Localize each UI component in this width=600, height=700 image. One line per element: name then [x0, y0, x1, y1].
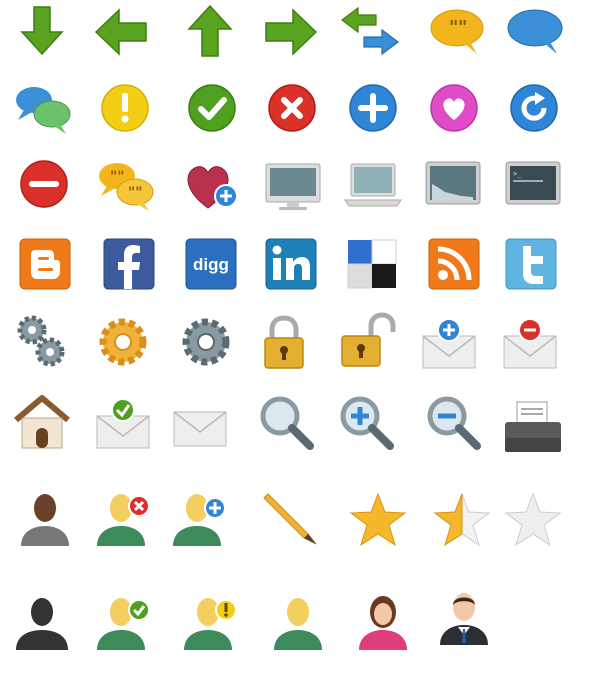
search-icon[interactable]: [256, 392, 316, 452]
arrow-up-icon[interactable]: [180, 2, 240, 62]
digg-icon[interactable]: digg: [181, 234, 241, 294]
linkedin-icon[interactable]: [261, 234, 321, 294]
mail-remove-icon[interactable]: [500, 312, 560, 372]
user-business-icon[interactable]: [434, 587, 494, 647]
zoom-in-icon[interactable]: [336, 392, 396, 452]
heart-add-icon[interactable]: [180, 154, 240, 214]
user-check-icon[interactable]: [93, 592, 153, 652]
user-remove-icon[interactable]: [93, 488, 153, 548]
lock-closed-icon[interactable]: [254, 312, 314, 372]
star-half-icon[interactable]: [432, 490, 492, 550]
svg-text:": ": [449, 17, 458, 38]
chart-display-icon[interactable]: [423, 154, 483, 214]
mail-add-icon[interactable]: [419, 312, 479, 372]
rss-icon[interactable]: [424, 234, 484, 294]
zoom-out-icon[interactable]: [423, 392, 483, 452]
svg-text:"": "": [110, 169, 125, 185]
mail-icon[interactable]: [170, 392, 230, 452]
facebook-icon[interactable]: [99, 234, 159, 294]
printer-icon[interactable]: [503, 398, 563, 458]
star-empty-icon[interactable]: [503, 490, 563, 550]
arrow-right-icon[interactable]: [260, 2, 320, 62]
arrow-down-icon[interactable]: [12, 2, 72, 62]
svg-text:"": "": [128, 185, 143, 201]
home-icon[interactable]: [12, 392, 72, 452]
gear-gold-icon[interactable]: [93, 312, 153, 372]
user-add-icon[interactable]: [169, 488, 229, 548]
swap-arrows-icon[interactable]: [340, 2, 400, 62]
refresh-icon[interactable]: [504, 78, 564, 138]
svg-text:digg: digg: [193, 255, 229, 274]
arrow-left-icon[interactable]: [92, 2, 152, 62]
plus-icon[interactable]: [343, 78, 403, 138]
user-blond-icon[interactable]: [268, 592, 328, 652]
twitter-icon[interactable]: [501, 234, 561, 294]
svg-text:": ": [458, 17, 467, 38]
minus-icon[interactable]: [14, 154, 74, 214]
monitor-icon[interactable]: [263, 154, 323, 214]
delicious-icon[interactable]: [342, 234, 402, 294]
user-warning-icon[interactable]: [180, 592, 240, 652]
gears-icon[interactable]: [12, 312, 72, 372]
warning-icon[interactable]: [95, 78, 155, 138]
speech-bubble-icon[interactable]: [505, 2, 565, 62]
chat-bubbles-icon[interactable]: [12, 78, 72, 138]
mail-check-icon[interactable]: [93, 392, 153, 452]
check-icon[interactable]: [182, 78, 242, 138]
heart-icon[interactable]: [424, 78, 484, 138]
star-full-icon[interactable]: [348, 490, 408, 550]
quote-speech-bubble-icon[interactable]: " ": [427, 2, 487, 62]
user-female-icon[interactable]: [353, 592, 413, 652]
svg-text:>_: >_: [513, 170, 522, 178]
terminal-display-icon[interactable]: >_: [503, 154, 563, 214]
pencil-icon[interactable]: [260, 488, 320, 548]
close-icon[interactable]: [262, 78, 322, 138]
lock-open-icon[interactable]: [337, 312, 397, 372]
blogger-icon[interactable]: [15, 234, 75, 294]
laptop-icon[interactable]: [343, 154, 403, 214]
user-icon[interactable]: [15, 488, 75, 548]
quote-chat-bubbles-icon[interactable]: "" "": [95, 154, 155, 214]
user-silhouette-icon[interactable]: [12, 592, 72, 652]
gear-icon[interactable]: [176, 312, 236, 372]
